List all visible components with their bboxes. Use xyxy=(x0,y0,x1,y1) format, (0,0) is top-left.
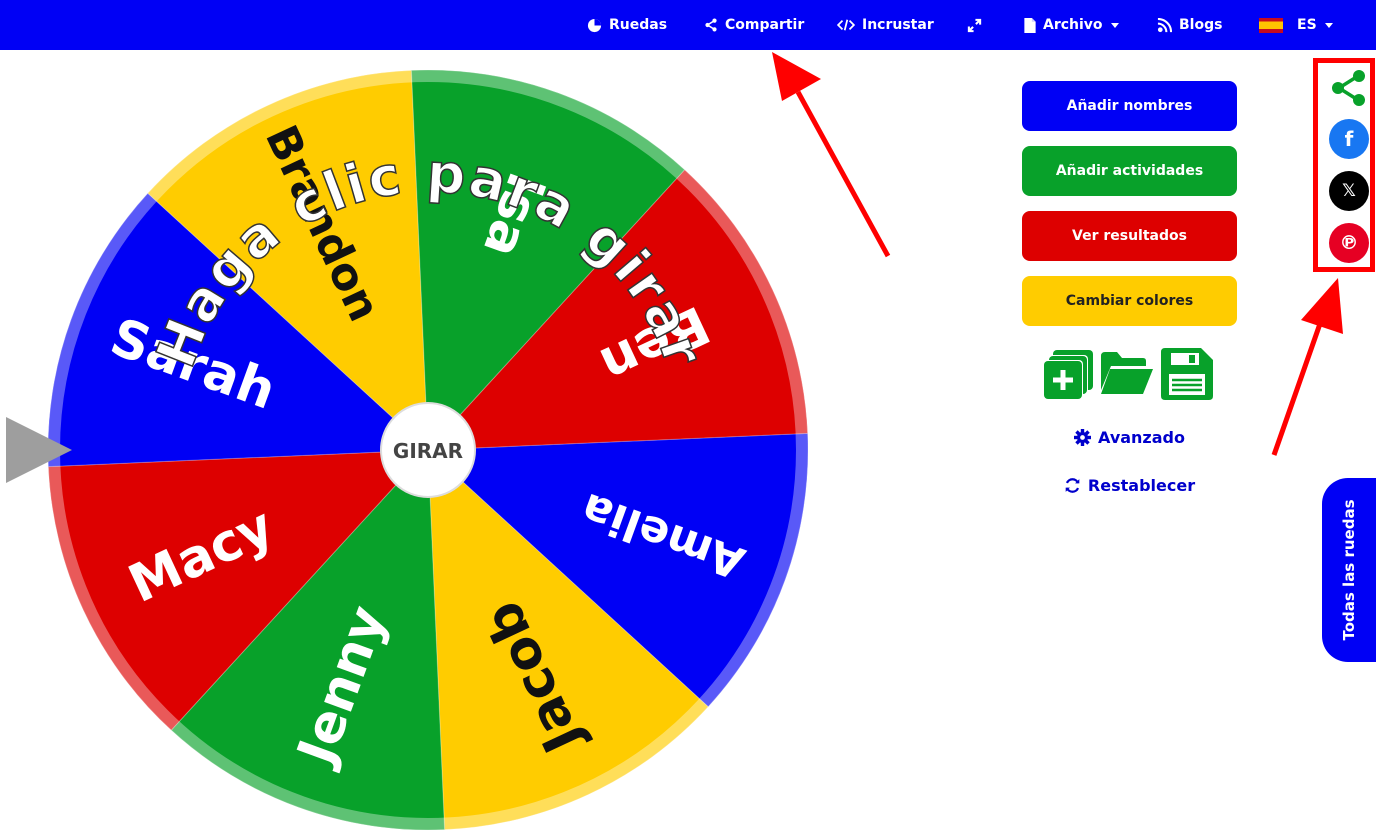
pinterest-share-button[interactable]: ℗ xyxy=(1329,223,1369,263)
file-icon xyxy=(1024,17,1036,33)
nav-ruedas-label: Ruedas xyxy=(609,17,668,33)
advanced-label: Avanzado xyxy=(1098,428,1185,447)
open-folder-icon[interactable] xyxy=(1101,352,1153,396)
nav-incrustar-label: Incrustar xyxy=(862,17,934,33)
add-activities-button[interactable]: Añadir actividades xyxy=(1022,146,1237,196)
chevron-down-icon xyxy=(1324,22,1333,28)
nav-archivo[interactable]: Archivo xyxy=(1024,0,1119,50)
nav-blogs-label: Blogs xyxy=(1179,17,1223,33)
expand-icon xyxy=(967,18,982,32)
nav-incrustar[interactable]: Incrustar xyxy=(837,0,934,50)
nav-compartir-label: Compartir xyxy=(725,17,805,33)
spain-flag-icon xyxy=(1259,17,1283,33)
top-navbar: Ruedas Compartir Incrustar Archivo Blogs… xyxy=(0,0,1376,50)
facebook-share-button[interactable]: f xyxy=(1329,119,1369,159)
advanced-link[interactable]: Avanzado xyxy=(1022,428,1237,447)
reset-link[interactable]: Restablecer xyxy=(1022,476,1237,495)
nav-language[interactable]: ES xyxy=(1259,0,1333,50)
nav-ruedas[interactable]: Ruedas xyxy=(587,0,667,50)
nav-archivo-label: Archivo xyxy=(1043,17,1103,33)
refresh-icon xyxy=(1065,478,1080,493)
share-network-button[interactable] xyxy=(1329,68,1369,108)
all-wheels-tab[interactable]: Todas las ruedas xyxy=(1322,478,1376,662)
reset-label: Restablecer xyxy=(1087,476,1196,495)
spin-button-label[interactable]: GIRAR xyxy=(393,439,463,463)
blog-icon xyxy=(1157,17,1172,32)
nav-compartir[interactable]: Compartir xyxy=(704,0,804,50)
spin-wheel[interactable]: AmeliaJacobJennyMacySarahBrandon IsaBen H… xyxy=(0,50,860,836)
save-icon[interactable] xyxy=(1161,348,1213,400)
code-icon xyxy=(837,19,855,31)
all-wheels-label: Todas las ruedas xyxy=(1340,499,1358,641)
pie-chart-icon xyxy=(587,18,602,32)
red-arrowhead-icon xyxy=(1301,278,1343,334)
new-wheel-icon[interactable] xyxy=(1043,350,1093,400)
chevron-down-icon xyxy=(1110,22,1119,28)
x-logo-icon: 𝕏 xyxy=(1342,181,1356,201)
add-names-button[interactable]: Añadir nombres xyxy=(1022,81,1237,131)
facebook-icon: f xyxy=(1344,127,1354,151)
nav-blogs[interactable]: Blogs xyxy=(1157,0,1222,50)
view-results-button[interactable]: Ver resultados xyxy=(1022,211,1237,261)
share-network-icon xyxy=(1332,70,1365,106)
nav-language-label: ES xyxy=(1297,17,1317,33)
pinterest-icon: ℗ xyxy=(1339,232,1359,254)
nav-fullscreen[interactable] xyxy=(967,0,989,50)
x-share-button[interactable]: 𝕏 xyxy=(1329,171,1369,211)
gear-icon xyxy=(1074,429,1091,446)
share-icon xyxy=(705,18,717,32)
change-colors-button[interactable]: Cambiar colores xyxy=(1022,276,1237,326)
red-arrow-share xyxy=(1271,317,1325,456)
